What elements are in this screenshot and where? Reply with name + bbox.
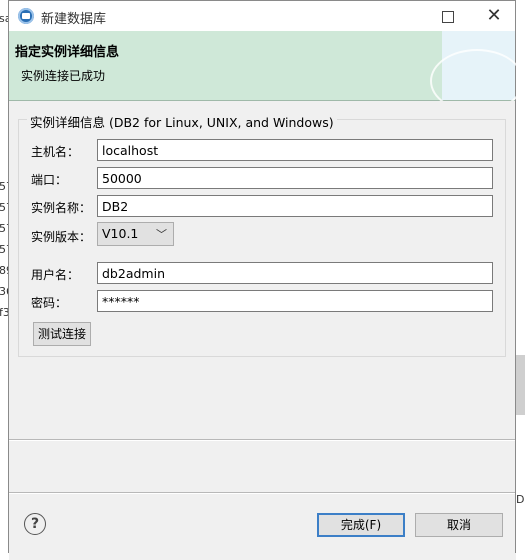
- close-button[interactable]: ✕: [471, 1, 517, 31]
- finish-button[interactable]: 完成(F): [317, 513, 405, 537]
- instance-version-label: 实例版本：: [31, 230, 92, 244]
- background-text: Da: [516, 493, 525, 506]
- host-label: 主机名：: [31, 145, 80, 159]
- banner-decoration: [430, 31, 524, 113]
- password-input[interactable]: [97, 290, 493, 312]
- cancel-button[interactable]: 取消: [415, 513, 503, 537]
- instance-name-input[interactable]: [97, 195, 493, 217]
- username-input[interactable]: [97, 262, 493, 284]
- instance-name-label: 实例名称：: [31, 201, 92, 215]
- chevron-down-icon: ﹀: [156, 228, 167, 241]
- close-icon: ✕: [486, 5, 502, 26]
- instance-details-group: 实例详细信息 (DB2 for Linux, UNIX, and Windows…: [18, 112, 506, 357]
- window-title: 新建数据库: [41, 12, 107, 27]
- password-label: 密码：: [31, 296, 68, 310]
- group-legend: 实例详细信息 (DB2 for Linux, UNIX, and Windows…: [27, 112, 337, 131]
- help-button[interactable]: ?: [24, 513, 46, 535]
- instance-version-value: V10.1: [102, 226, 139, 241]
- maximize-icon: [442, 10, 454, 23]
- background-right-scroll: [516, 355, 525, 415]
- maximize-button[interactable]: [425, 1, 471, 31]
- instance-version-select[interactable]: V10.1 ﹀: [97, 222, 174, 246]
- status-message: 实例连接已成功: [21, 69, 106, 83]
- host-input[interactable]: [97, 139, 493, 161]
- new-database-dialog: 新建数据库 ✕ 指定实例详细信息 实例连接已成功 实例详细信息 (DB2 for…: [8, 0, 524, 554]
- dialog-footer: ? 完成(F) 取消: [9, 497, 515, 554]
- database-app-icon: [18, 8, 34, 24]
- header-banner: 指定实例详细信息 实例连接已成功: [9, 31, 524, 113]
- divider: [9, 493, 515, 494]
- port-label: 端口：: [31, 173, 68, 187]
- port-input[interactable]: [97, 167, 493, 189]
- content-area: 实例详细信息 (DB2 for Linux, UNIX, and Windows…: [9, 101, 515, 411]
- title-bar[interactable]: 新建数据库 ✕: [9, 1, 515, 31]
- test-connection-button[interactable]: 测试连接: [33, 322, 91, 346]
- divider: [9, 440, 515, 441]
- page-title: 指定实例详细信息: [15, 45, 120, 60]
- username-label: 用户名：: [31, 268, 80, 282]
